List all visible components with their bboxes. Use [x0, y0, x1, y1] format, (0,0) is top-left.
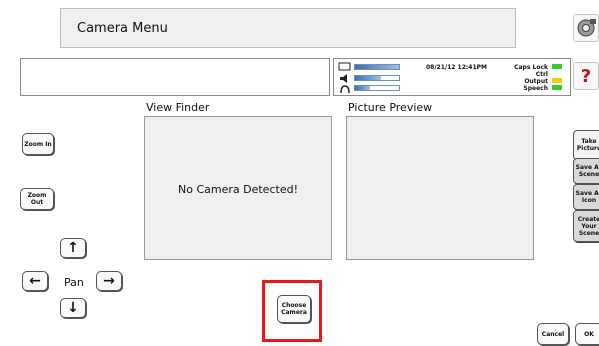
ok-button[interactable]: OK [575, 323, 599, 345]
status-panel: 08/21/12 12:41PM Caps Lock Ctrl Output S… [333, 58, 571, 96]
caps-lock-label: Caps Lock [514, 64, 548, 71]
keyboard-volume-bar[interactable] [354, 64, 400, 70]
create-your-scene-button[interactable]: Create Your Scene [573, 210, 599, 242]
highlight-box [262, 280, 322, 342]
headphone-volume-track[interactable] [354, 85, 400, 91]
cancel-button[interactable]: Cancel [537, 323, 569, 345]
help-icon: ? [580, 65, 592, 87]
status-icons [338, 62, 351, 94]
pan-down-button[interactable]: ↓ [60, 298, 86, 318]
timestamp: 08/21/12 12:41PM [426, 64, 487, 71]
zoom-in-button[interactable]: Zoom In [22, 133, 54, 155]
take-picture-button[interactable]: Take Picture [573, 130, 599, 160]
ctrl-label: Ctrl [535, 71, 548, 78]
view-finder-title: View Finder [146, 101, 210, 114]
keyboard-icon [338, 62, 351, 71]
speaker-volume-track[interactable] [354, 75, 400, 81]
speech-indicator [552, 85, 562, 90]
picture-preview [346, 116, 534, 260]
pan-up-button[interactable]: ↑ [60, 238, 86, 258]
no-camera-message: No Camera Detected! [178, 183, 298, 196]
view-finder: No Camera Detected! [144, 116, 332, 260]
speaker-icon [340, 74, 347, 83]
headphones-icon [340, 85, 350, 94]
zoom-out-button[interactable]: Zoom Out [20, 188, 54, 210]
save-as-icon-button[interactable]: Save As Icon [573, 184, 599, 210]
help-button[interactable]: ? [573, 62, 599, 90]
camera-settings-button[interactable] [573, 14, 599, 42]
page-title: Camera Menu [77, 21, 168, 36]
output-indicator [552, 78, 562, 83]
save-as-scene-button[interactable]: Save As Scene [573, 158, 599, 184]
pan-left-button[interactable]: ← [22, 271, 48, 291]
speech-label: Speech [523, 85, 548, 92]
message-box [20, 58, 330, 96]
pan-label: Pan [64, 276, 84, 289]
gear-camera-icon [577, 19, 596, 37]
picture-preview-title: Picture Preview [348, 101, 433, 114]
caps-lock-indicator [552, 64, 562, 69]
pan-right-button[interactable]: → [96, 271, 122, 291]
output-label: Output [524, 78, 548, 85]
title-bar: Camera Menu [60, 8, 516, 48]
